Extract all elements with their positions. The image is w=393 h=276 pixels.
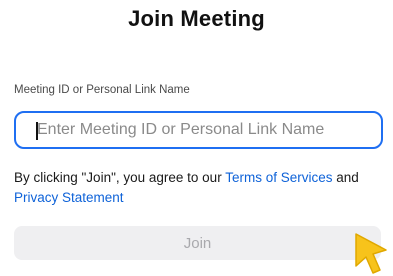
terms-of-services-link[interactable]: Terms of Services: [225, 170, 332, 185]
meeting-id-field[interactable]: [14, 111, 383, 149]
meeting-id-input[interactable]: [34, 113, 377, 147]
join-button[interactable]: Join: [14, 226, 381, 260]
agreement-text: By clicking "Join", you agree to our Ter…: [14, 168, 379, 208]
agreement-middle: and: [332, 170, 359, 185]
meeting-id-label: Meeting ID or Personal Link Name: [14, 84, 190, 96]
join-meeting-dialog: Join Meeting Meeting ID or Personal Link…: [0, 0, 393, 276]
agreement-prefix: By clicking "Join", you agree to our: [14, 170, 226, 185]
page-title: Join Meeting: [128, 6, 265, 31]
arrow-cursor-icon: [355, 233, 387, 274]
privacy-statement-link[interactable]: Privacy Statement: [14, 190, 124, 205]
